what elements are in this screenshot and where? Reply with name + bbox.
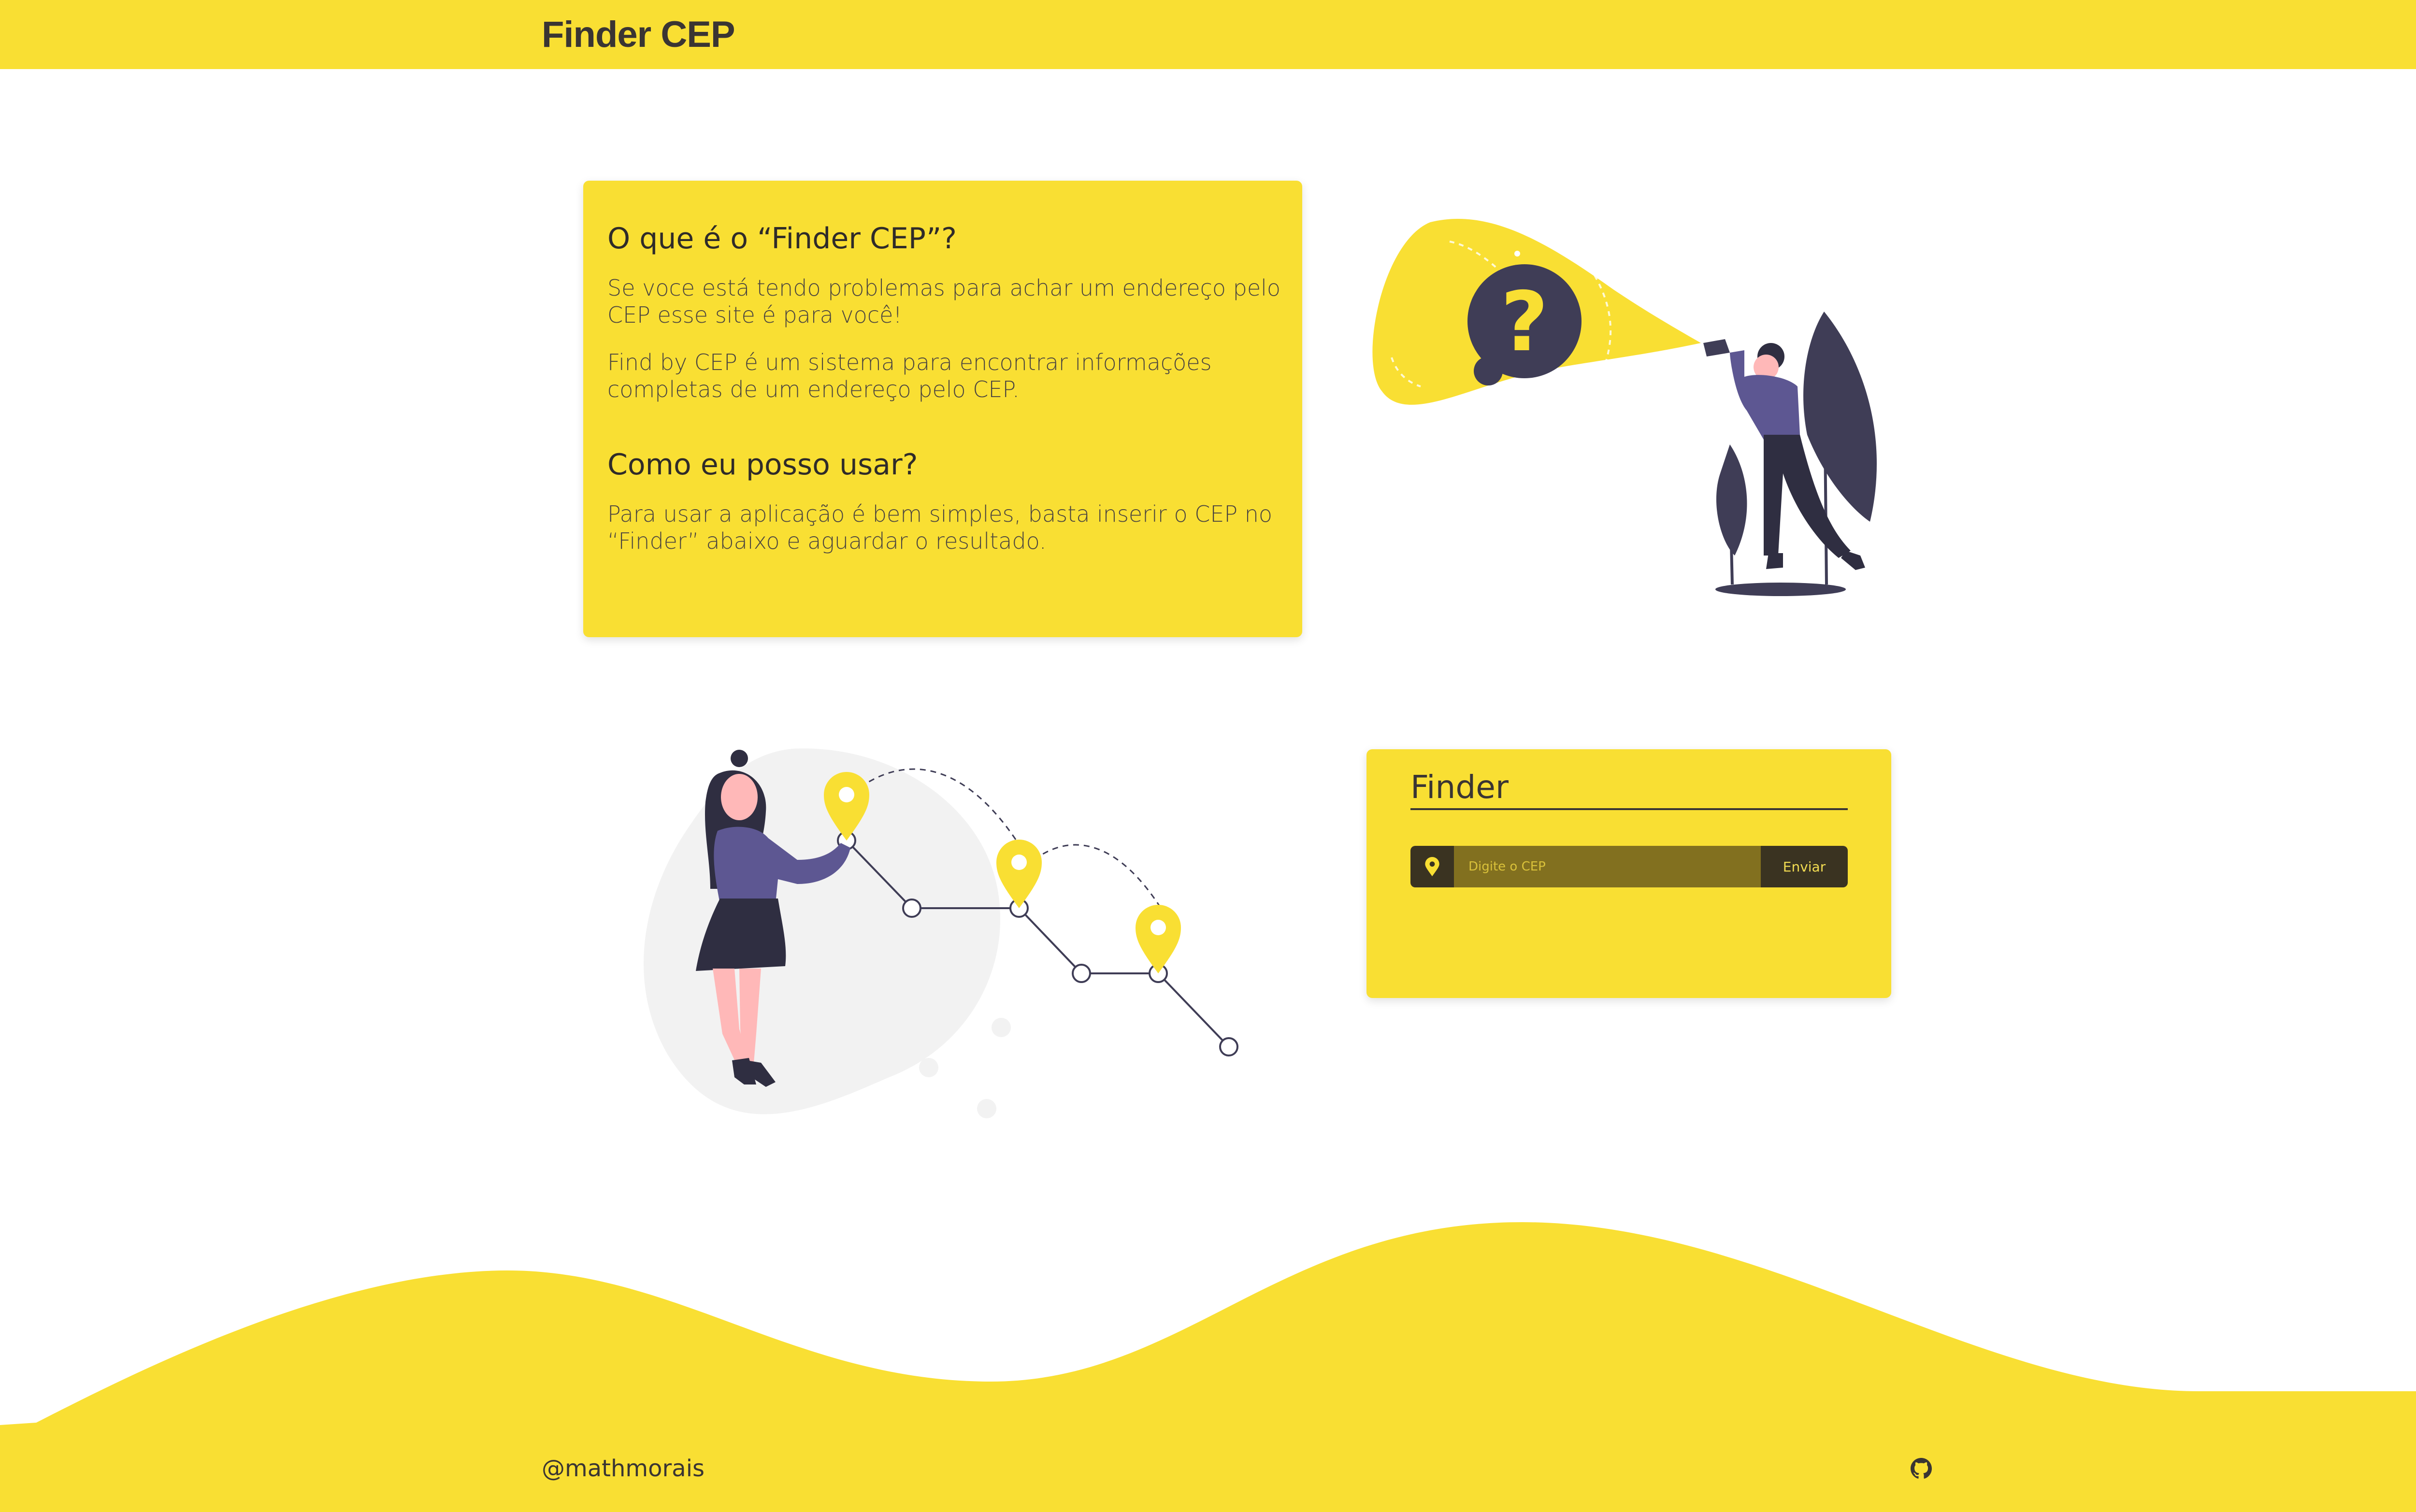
info-heading-how: Como eu posso usar? — [607, 448, 918, 482]
submit-button[interactable]: Enviar — [1761, 846, 1848, 887]
footer-wave — [0, 1222, 2416, 1512]
finder-card: Finder Enviar — [1366, 749, 1891, 998]
map-route-illustration — [644, 748, 1238, 1118]
github-icon[interactable] — [1911, 1458, 1932, 1479]
info-heading-what: O que é o “Finder CEP”? — [607, 222, 957, 256]
info-paragraph-problem: Se voce está tendo problemas para achar … — [607, 275, 1281, 328]
info-card: O que é o “Finder CEP”? Se voce está ten… — [583, 181, 1302, 637]
header-bar: Finder CEP — [0, 0, 2416, 69]
cep-search-form: Enviar — [1410, 846, 1848, 887]
footer-handle[interactable]: @mathmorais — [542, 1452, 705, 1485]
svg-text:?: ? — [1501, 274, 1549, 370]
flashlight-question-illustration: ? — [1372, 218, 1877, 596]
cep-input[interactable] — [1454, 846, 1761, 887]
map-pin-icon — [1410, 846, 1454, 887]
finder-title: Finder — [1410, 767, 1848, 810]
brand-title[interactable]: Finder CEP — [542, 11, 735, 59]
info-paragraph-description: Find by CEP é um sistema para encontrar … — [607, 349, 1212, 402]
info-paragraph-usage: Para usar a aplicação é bem simples, bas… — [607, 501, 1273, 554]
